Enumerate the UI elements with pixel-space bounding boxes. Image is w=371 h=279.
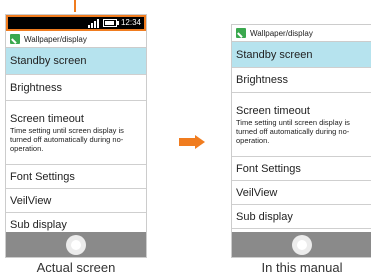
app-title-bar: Wallpaper/display: [6, 31, 146, 48]
app-title: Wallpaper/display: [250, 28, 313, 38]
menu-item-standby-screen[interactable]: Standby screen: [232, 42, 371, 68]
navigation-bar: [232, 232, 371, 257]
menu-item-label: Standby screen: [236, 48, 313, 61]
wallpaper-icon: [10, 34, 20, 44]
menu-item-label: Brightness: [10, 81, 62, 94]
menu-item-label: VeilView: [10, 194, 52, 207]
menu-item-screen-timeout[interactable]: Screen timeout Time setting until screen…: [6, 101, 146, 165]
phone-screen-actual: 12:34 Wallpaper/display Standby screen B…: [5, 14, 147, 258]
menu-item-standby-screen[interactable]: Standby screen: [6, 48, 146, 75]
callout-marker-line: [74, 0, 76, 12]
menu-item-subtitle: Time setting until screen display is tur…: [236, 117, 350, 145]
menu-item-label: VeilView: [236, 186, 278, 199]
menu-item-label: Standby screen: [10, 55, 87, 67]
menu-item-sub-display[interactable]: Sub display: [232, 205, 371, 229]
menu-item-subtitle: Time setting until screen display is tur…: [10, 125, 124, 153]
menu-item-label: Brightness: [236, 74, 288, 86]
menu-item-label: Sub display: [10, 218, 67, 231]
app-title-bar: Wallpaper/display: [232, 25, 371, 42]
navigation-bar: [6, 232, 146, 257]
arrow-right-icon: [179, 135, 205, 149]
app-title: Wallpaper/display: [24, 34, 87, 44]
home-button-icon[interactable]: [66, 234, 86, 255]
wallpaper-icon: [236, 28, 246, 38]
menu-item-font-settings[interactable]: Font Settings: [232, 157, 371, 181]
menu-item-label: Screen timeout: [236, 104, 310, 117]
signal-strength-icon: [87, 18, 99, 28]
phone-screen-manual: Wallpaper/display Standby screen Brightn…: [231, 24, 371, 258]
menu-item-label: Screen timeout: [10, 112, 84, 125]
caption-actual-screen: Actual screen: [36, 260, 116, 275]
menu-item-label: Sub display: [236, 210, 293, 223]
menu-item-font-settings[interactable]: Font Settings: [6, 165, 146, 189]
menu-item-label: Font Settings: [10, 170, 75, 183]
status-bar: 12:34: [6, 15, 146, 31]
caption-in-this-manual: In this manual: [261, 260, 343, 275]
menu-item-veilview[interactable]: VeilView: [6, 189, 146, 213]
menu-item-brightness[interactable]: Brightness: [232, 68, 371, 93]
status-right-group: 12:34: [87, 18, 141, 28]
menu-item-screen-timeout[interactable]: Screen timeout Time setting until screen…: [232, 93, 371, 157]
battery-icon: [102, 19, 119, 27]
menu-item-veilview[interactable]: VeilView: [232, 181, 371, 205]
menu-item-brightness[interactable]: Brightness: [6, 75, 146, 101]
menu-item-label: Font Settings: [236, 162, 301, 175]
status-time: 12:34: [120, 18, 141, 27]
home-button-icon[interactable]: [292, 234, 312, 255]
